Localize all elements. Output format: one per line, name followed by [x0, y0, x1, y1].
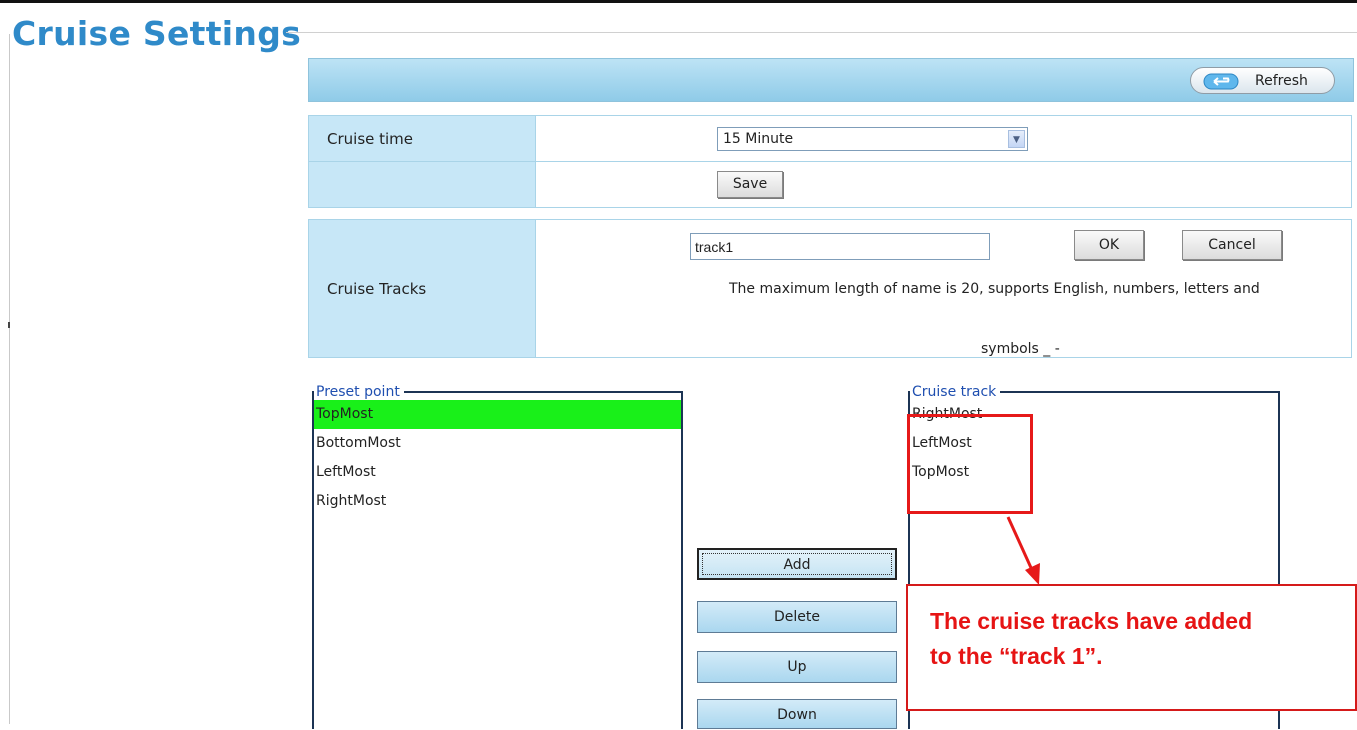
annotation-line1: The cruise tracks have added — [930, 608, 1253, 634]
annotation-text: The cruise tracks have added to the “tra… — [930, 604, 1252, 674]
annotation-line2: to the “track 1”. — [930, 643, 1103, 669]
annotation-callout: The cruise tracks have added to the “tra… — [906, 584, 1357, 711]
